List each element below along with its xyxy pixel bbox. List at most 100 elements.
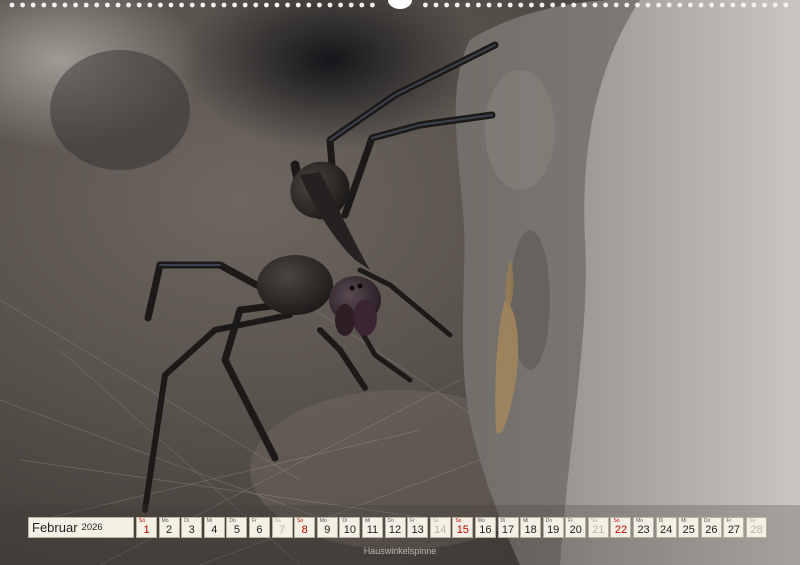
binding-dot bbox=[264, 2, 269, 8]
day-number: 13 bbox=[411, 524, 424, 536]
day-cell: Mo 9 bbox=[316, 517, 338, 538]
day-number: 12 bbox=[388, 524, 402, 536]
day-number: 1 bbox=[143, 524, 150, 536]
binding-dot bbox=[772, 2, 778, 8]
binding-dot bbox=[539, 2, 545, 8]
day-cell: Di 10 bbox=[339, 517, 361, 538]
binding-dot bbox=[274, 2, 280, 8]
binding-dot bbox=[497, 2, 502, 8]
day-number: 3 bbox=[188, 524, 195, 536]
photo-caption: Hauswinkelspinne bbox=[363, 546, 437, 556]
binding-dot bbox=[624, 2, 630, 8]
binding-dot bbox=[783, 2, 789, 8]
binding-dot bbox=[571, 2, 577, 8]
binding-dot bbox=[200, 2, 206, 8]
binding-dot bbox=[635, 2, 640, 8]
binding-dot bbox=[719, 2, 725, 8]
binding-dot bbox=[698, 2, 704, 8]
binding-dot bbox=[444, 2, 449, 8]
binding-dot bbox=[645, 2, 651, 8]
binding-dot bbox=[105, 2, 110, 8]
binding-dot bbox=[751, 2, 757, 8]
day-number: 6 bbox=[256, 524, 263, 536]
day-number: 8 bbox=[301, 524, 308, 536]
binding-dot bbox=[529, 2, 534, 8]
binding-dot bbox=[730, 2, 736, 8]
binding-dot bbox=[52, 2, 57, 8]
binding-dot bbox=[41, 2, 47, 8]
binding-dot bbox=[179, 2, 185, 8]
binding-dot bbox=[62, 2, 68, 8]
binding-dot bbox=[560, 2, 566, 8]
month-name: Februar bbox=[32, 520, 78, 535]
day-cells: So 1 Mo 2 Di 3 Mi 4 Do 5 Fr 6 Sa 7 So 8 Mo 9 Di 10 Mi 11 Do 12 F… bbox=[136, 517, 769, 538]
binding-dot bbox=[242, 2, 248, 8]
spider-photo bbox=[0, 0, 800, 565]
calendar-strip: Februar 2026 So 1 Mo 2 Di 3 Mi 4 Do 5 Fr 6 Sa 7 So 8 Mo 9… bbox=[28, 517, 769, 538]
day-cell: So 8 bbox=[294, 517, 316, 538]
day-number: 23 bbox=[637, 524, 650, 536]
binding-dot bbox=[454, 2, 460, 8]
binding-dot bbox=[73, 2, 78, 8]
binding-dot bbox=[677, 2, 683, 8]
day-number: 10 bbox=[343, 524, 356, 536]
binding-dot bbox=[613, 2, 619, 8]
day-cell: Do 12 bbox=[384, 517, 406, 538]
day-cell: Fr 27 bbox=[723, 517, 745, 538]
day-number: 5 bbox=[233, 524, 240, 536]
day-cell: So 22 bbox=[610, 517, 632, 538]
binding-dot bbox=[189, 2, 195, 8]
day-number: 2 bbox=[166, 524, 173, 536]
binding-dot bbox=[518, 2, 524, 8]
day-cell: Mi 25 bbox=[678, 517, 700, 538]
hanger-notch bbox=[388, 0, 412, 9]
day-number: 19 bbox=[547, 524, 560, 536]
day-number: 14 bbox=[434, 524, 447, 536]
binding-dot bbox=[9, 2, 15, 8]
spiral-binding bbox=[9, 0, 789, 9]
day-number: 11 bbox=[366, 524, 379, 536]
day-number: 9 bbox=[324, 524, 331, 536]
day-cell: Sa 28 bbox=[746, 517, 768, 538]
day-cell: Do 19 bbox=[542, 517, 564, 538]
binding-dot bbox=[221, 2, 227, 8]
binding-dot bbox=[688, 2, 693, 8]
binding-dot bbox=[476, 2, 481, 8]
binding-dot bbox=[423, 2, 428, 8]
day-cell: Fr 20 bbox=[565, 517, 587, 538]
day-cell: Mo 23 bbox=[633, 517, 655, 538]
binding-dot bbox=[338, 2, 343, 8]
binding-dot bbox=[741, 2, 746, 8]
day-cell: Do 26 bbox=[700, 517, 722, 538]
day-number: 4 bbox=[211, 524, 218, 536]
day-number: 26 bbox=[705, 524, 718, 536]
day-number: 20 bbox=[569, 524, 582, 536]
day-cell: So 15 bbox=[452, 517, 474, 538]
day-number: 27 bbox=[727, 524, 741, 536]
binding-dot bbox=[550, 2, 555, 8]
binding-dot bbox=[348, 2, 354, 8]
binding-dot bbox=[582, 2, 587, 8]
binding-dot bbox=[656, 2, 661, 8]
binding-dot bbox=[433, 2, 439, 8]
day-cell: Di 24 bbox=[655, 517, 677, 538]
day-cell: Di 3 bbox=[181, 517, 203, 538]
day-cell: Mo 2 bbox=[158, 517, 180, 538]
day-number: 28 bbox=[750, 524, 763, 536]
binding-dot bbox=[136, 2, 142, 8]
binding-dot bbox=[30, 2, 36, 8]
binding-dot bbox=[603, 2, 608, 8]
binding-dot bbox=[709, 2, 714, 8]
day-cell: Sa 7 bbox=[271, 517, 293, 538]
day-number: 25 bbox=[682, 524, 695, 536]
day-number: 22 bbox=[614, 524, 628, 536]
binding-dot bbox=[762, 2, 767, 8]
day-cell: Mi 4 bbox=[203, 517, 225, 538]
binding-dot bbox=[306, 2, 312, 8]
binding-dot bbox=[666, 2, 672, 8]
binding-dot bbox=[158, 2, 163, 8]
day-number: 21 bbox=[592, 524, 605, 536]
day-cell: Mo 16 bbox=[474, 517, 496, 538]
binding-dot bbox=[126, 2, 131, 8]
day-cell: Mi 11 bbox=[361, 517, 383, 538]
